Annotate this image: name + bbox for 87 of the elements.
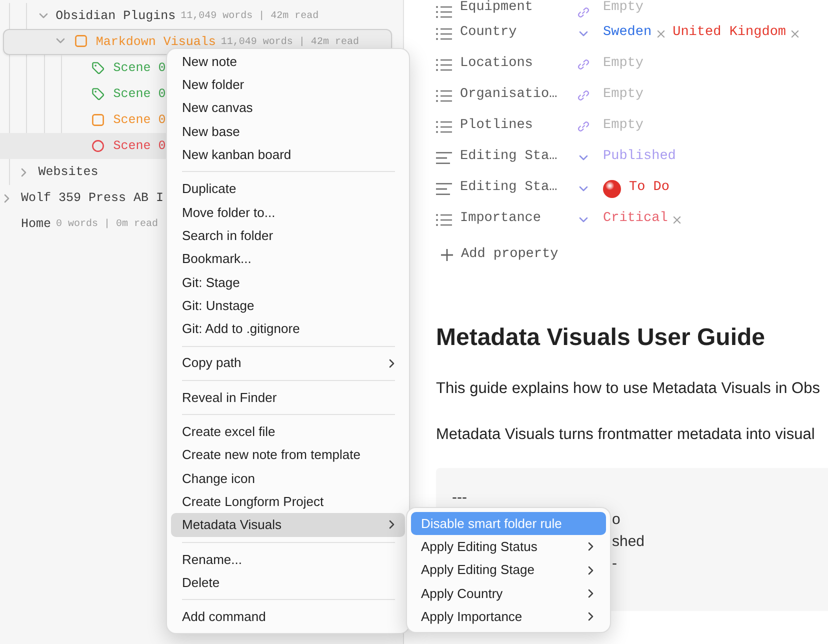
menu-item[interactable]: Search in folder: [171, 224, 405, 248]
menu-item[interactable]: Git: Stage: [171, 270, 405, 294]
list-icon[interactable]: [436, 28, 452, 40]
link-icon: [578, 121, 588, 132]
chevron-right-icon: [588, 589, 594, 598]
list-icon[interactable]: [436, 6, 452, 18]
menu-item[interactable]: Duplicate: [171, 177, 405, 201]
menu-item[interactable]: New base: [171, 120, 405, 144]
chevron-down-icon[interactable]: [578, 154, 588, 160]
property-name: Organisatio…: [460, 86, 558, 104]
menu-item[interactable]: Create new note from template: [171, 443, 405, 467]
menu-item[interactable]: Apply Editing Status: [411, 535, 606, 559]
chevron-down-icon[interactable]: [56, 38, 65, 44]
chevron-down-icon[interactable]: [578, 30, 588, 36]
link-icon: [578, 7, 588, 18]
plus-icon: [441, 249, 453, 261]
property-input[interactable]: Empty: [603, 54, 663, 75]
chevron-right-icon: [588, 612, 594, 622]
folder-item[interactable]: Websites: [19, 159, 98, 185]
list-icon[interactable]: [436, 120, 452, 132]
chevron-right-icon: [389, 520, 395, 530]
code-line: ---: [452, 488, 467, 508]
menu-item[interactable]: Reveal in Finder: [171, 386, 405, 410]
close-icon[interactable]: [656, 30, 665, 38]
code-line: shed: [612, 532, 645, 552]
list-icon[interactable]: [436, 214, 452, 226]
property-value: Critical: [603, 210, 668, 228]
property-input[interactable]: Empty: [603, 116, 663, 137]
chevron-down-icon[interactable]: [38, 13, 48, 19]
property-name: Importance: [460, 210, 542, 228]
chevron-right-icon: [588, 542, 594, 552]
paragraph: Metadata Visuals turns frontmatter metadata into visual: [436, 425, 816, 445]
chevron-right-icon: [389, 358, 395, 368]
list-icon[interactable]: [436, 58, 452, 70]
menu-item[interactable]: Apply Importance: [411, 605, 606, 628]
file-item[interactable]: Home 0 words | 0m read: [2, 211, 158, 237]
menu-item[interactable]: Delete: [171, 570, 405, 594]
property-name: Equipment: [460, 0, 534, 17]
property-name: Plotlines: [460, 117, 534, 136]
list-icon[interactable]: [436, 90, 452, 102]
menu-item[interactable]: Move folder to...: [171, 200, 405, 224]
menu-item[interactable]: Git: Add to .gitignore: [171, 317, 405, 341]
property-input[interactable]: Empty: [603, 85, 663, 106]
menu-item[interactable]: Change icon: [171, 466, 405, 490]
code-line: o: [612, 510, 620, 530]
close-icon[interactable]: [672, 216, 681, 224]
property-value: Published: [603, 148, 676, 166]
code-line: -: [612, 554, 617, 574]
menu-item[interactable]: Copy path: [171, 352, 405, 375]
menu-item[interactable]: Apply Editing Stage: [411, 558, 606, 582]
menu-item[interactable]: Metadata Visuals: [171, 513, 405, 537]
property-name: Country: [460, 24, 518, 42]
menu-item[interactable]: Git: Unstage: [171, 294, 405, 318]
menu-item[interactable]: Create Longform Project: [171, 490, 405, 514]
link-icon: [578, 59, 588, 70]
menu-item[interactable]: New kanban board: [171, 143, 405, 166]
menu-item[interactable]: New folder: [171, 73, 405, 97]
menu-item[interactable]: Apply Country: [411, 582, 606, 606]
property-value: Sweden: [603, 24, 652, 42]
document-title: Metadata Visuals User Guide: [436, 323, 766, 352]
property-value: United Kingdom: [672, 24, 786, 42]
menu-item[interactable]: Bookmark...: [171, 247, 405, 271]
paragraph: This guide explains how to use Metadata Visuals in Obs: [436, 379, 821, 399]
chevron-right-icon[interactable]: [4, 194, 10, 202]
menu-item[interactable]: Rename...: [171, 548, 405, 571]
word-count: 0 words | 0m read: [56, 218, 158, 232]
link-icon: [578, 90, 588, 101]
menu-item[interactable]: Add command: [171, 605, 405, 629]
property-value: To Do: [629, 179, 670, 198]
word-count: 11,049 words | 42m read: [220, 36, 359, 50]
property-name: Locations: [460, 55, 534, 74]
chevron-right-icon[interactable]: [21, 168, 28, 176]
menu-item[interactable]: Create excel file: [171, 420, 405, 444]
add-property-button[interactable]: Add property: [439, 242, 560, 268]
chevron-down-icon[interactable]: [578, 186, 588, 192]
folder-item[interactable]: Wolf 359 Press AB I: [2, 185, 164, 211]
chevron-down-icon[interactable]: [578, 216, 588, 222]
property-name: Editing Sta…: [460, 179, 558, 198]
lines-icon[interactable]: [436, 182, 452, 194]
lines-icon[interactable]: [436, 152, 452, 164]
chevron-right-icon: [588, 566, 594, 575]
menu-item[interactable]: New canvas: [171, 96, 405, 120]
close-icon[interactable]: [791, 30, 800, 38]
word-count: 11,049 words | 42m read: [180, 10, 319, 24]
folder-item[interactable]: Obsidian Plugins 11,049 words | 42m read: [36, 3, 319, 29]
property-name: Editing Sta…: [460, 148, 558, 166]
property-input[interactable]: Empty: [603, 0, 663, 18]
